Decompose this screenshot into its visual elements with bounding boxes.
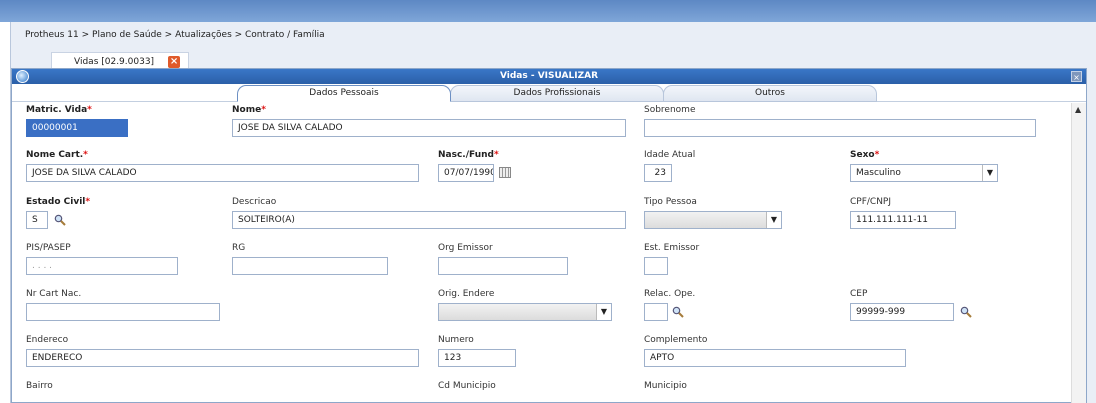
label-sexo: Sexo* bbox=[850, 150, 880, 160]
pis-pasep-field[interactable]: . . . . bbox=[26, 257, 178, 275]
label-pis-pasep: PIS/PASEP bbox=[26, 243, 71, 253]
search-icon[interactable] bbox=[960, 306, 972, 318]
label-descricao: Descricao bbox=[232, 197, 277, 207]
label-idade-atual: Idade Atual bbox=[644, 150, 696, 160]
tab-dados-profissionais[interactable]: Dados Profissionais bbox=[450, 85, 664, 102]
complemento-field[interactable]: APTO bbox=[644, 349, 906, 367]
form-tabs: Dados Pessoais Dados Profissionais Outro… bbox=[12, 84, 1086, 102]
scroll-up-icon[interactable]: ▲ bbox=[1075, 105, 1081, 114]
label-org-emissor: Org Emissor bbox=[438, 243, 493, 253]
label-nome-cart: Nome Cart.* bbox=[26, 150, 88, 160]
label-cd-municipio: Cd Municipio bbox=[438, 381, 496, 391]
label-sobrenome: Sobrenome bbox=[644, 105, 696, 115]
cpf-cnpj-field[interactable]: 111.111.111-11 bbox=[850, 211, 956, 229]
window-titlebar: Vidas - VISUALIZAR × bbox=[12, 69, 1086, 84]
estado-civil-field[interactable]: S bbox=[26, 211, 48, 229]
tab-dados-pessoais[interactable]: Dados Pessoais bbox=[237, 85, 451, 102]
sobrenome-field[interactable] bbox=[644, 119, 1036, 137]
label-numero: Numero bbox=[438, 335, 474, 345]
dialog-window: Vidas - VISUALIZAR × Dados Pessoais Dado… bbox=[11, 68, 1087, 403]
numero-field[interactable]: 123 bbox=[438, 349, 516, 367]
relac-ope-field[interactable] bbox=[644, 303, 668, 321]
label-bairro: Bairro bbox=[26, 381, 53, 391]
org-emissor-field[interactable] bbox=[438, 257, 568, 275]
label-est-emissor: Est. Emissor bbox=[644, 243, 700, 253]
search-icon[interactable] bbox=[672, 306, 684, 318]
vertical-scrollbar[interactable]: ▲ bbox=[1071, 103, 1086, 403]
orig-endere-select[interactable]: ▼ bbox=[438, 303, 612, 321]
rg-field[interactable] bbox=[232, 257, 388, 275]
search-icon[interactable] bbox=[54, 214, 66, 226]
workspace-frame: Protheus 11 > Plano de Saúde > Atualizaç… bbox=[10, 22, 1096, 403]
label-tipo-pessoa: Tipo Pessoa bbox=[644, 197, 697, 207]
form-panel: Matric. Vida* 00000001 Nome* JOSE DA SIL… bbox=[12, 103, 1072, 403]
label-nome: Nome* bbox=[232, 105, 266, 115]
chevron-down-icon: ▼ bbox=[766, 212, 781, 228]
nr-cart-nac-field[interactable] bbox=[26, 303, 220, 321]
nome-field[interactable]: JOSE DA SILVA CALADO bbox=[232, 119, 626, 137]
label-complemento: Complemento bbox=[644, 335, 708, 345]
label-municipio: Municipio bbox=[644, 381, 687, 391]
descricao-field[interactable]: SOLTEIRO(A) bbox=[232, 211, 626, 229]
label-estado-civil: Estado Civil* bbox=[26, 197, 91, 207]
chevron-down-icon: ▼ bbox=[596, 304, 611, 320]
label-relac-ope: Relac. Ope. bbox=[644, 289, 696, 299]
sexo-select[interactable]: Masculino ▼ bbox=[850, 164, 998, 182]
label-rg: RG bbox=[232, 243, 246, 253]
breadcrumb: Protheus 11 > Plano de Saúde > Atualizaç… bbox=[25, 30, 325, 40]
close-icon[interactable]: × bbox=[168, 55, 181, 68]
label-nr-cart-nac: Nr Cart Nac. bbox=[26, 289, 82, 299]
label-cep: CEP bbox=[850, 289, 868, 299]
nasc-fund-field[interactable]: 07/07/1990 bbox=[438, 164, 494, 182]
doc-tab-label: Vidas [02.9.0033] bbox=[74, 56, 155, 67]
label-orig-endere: Orig. Endere bbox=[438, 289, 495, 299]
tipo-pessoa-select[interactable]: ▼ bbox=[644, 211, 782, 229]
label-cpf-cnpj: CPF/CNPJ bbox=[850, 197, 892, 207]
nome-cart-field[interactable]: JOSE DA SILVA CALADO bbox=[26, 164, 419, 182]
calendar-icon[interactable] bbox=[499, 167, 511, 178]
window-close-icon[interactable]: × bbox=[1071, 71, 1082, 82]
est-emissor-field[interactable] bbox=[644, 257, 668, 275]
chevron-down-icon: ▼ bbox=[982, 165, 997, 181]
label-matric-vida: Matric. Vida* bbox=[26, 105, 92, 115]
matric-vida-field[interactable]: 00000001 bbox=[26, 119, 128, 137]
window-title: Vidas - VISUALIZAR bbox=[499, 71, 599, 81]
label-endereco: Endereco bbox=[26, 335, 69, 345]
tab-outros[interactable]: Outros bbox=[663, 85, 877, 102]
label-nasc-fund: Nasc./Fund* bbox=[438, 150, 499, 160]
idade-atual-field[interactable]: 23 bbox=[644, 164, 672, 182]
top-bar bbox=[0, 0, 1096, 22]
endereco-field[interactable]: ENDERECO bbox=[26, 349, 419, 367]
cep-field[interactable]: 99999-999 bbox=[850, 303, 954, 321]
